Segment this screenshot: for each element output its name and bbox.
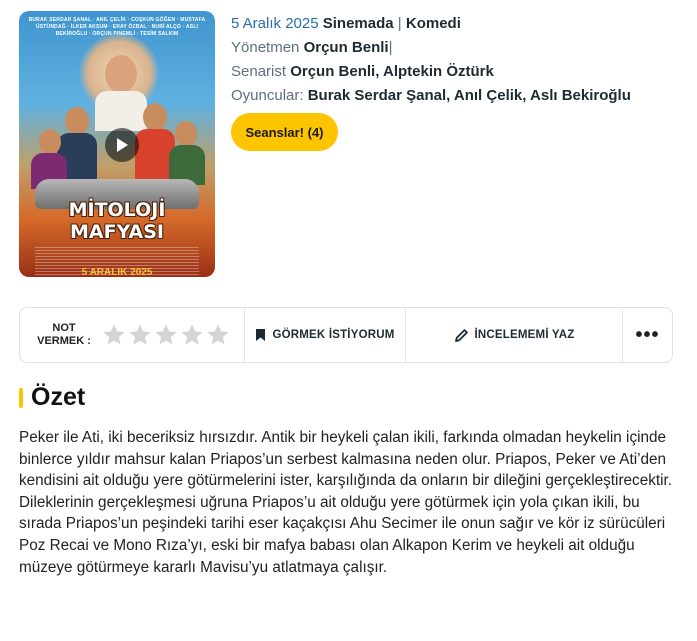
poster-figure — [39, 129, 61, 155]
movie-meta: 5 Aralık 2025 Sinemada | Komedi Yönetmen… — [231, 14, 631, 110]
summary-header: Özet — [19, 383, 85, 412]
play-icon — [117, 138, 128, 152]
watchlist-button[interactable]: GÖRMEK İSTİYORUM — [245, 308, 406, 362]
poster-figure — [143, 103, 167, 131]
watchlist-label: GÖRMEK İSTİYORUM — [272, 329, 395, 341]
pencil-icon — [454, 328, 468, 342]
star-3-icon[interactable] — [154, 323, 178, 347]
play-trailer-button[interactable] — [105, 128, 139, 162]
poster-figure — [95, 91, 147, 131]
bookmark-icon — [256, 329, 266, 341]
rating-section: NOT VERMEK : — [20, 308, 245, 362]
star-2-icon[interactable] — [128, 323, 152, 347]
star-1-icon[interactable] — [102, 323, 126, 347]
separator: | — [388, 39, 393, 56]
director-row: Yönetmen Orçun Benli| — [231, 38, 631, 58]
star-4-icon[interactable] — [180, 323, 204, 347]
poster-figure — [65, 107, 89, 135]
star-rating[interactable] — [102, 323, 230, 347]
writer-row: Senarist Orçun Benli, Alptekin Öztürk — [231, 62, 631, 82]
poster-figure — [105, 55, 137, 93]
star-5-icon[interactable] — [206, 323, 230, 347]
poster-date: 5 ARALIK 2025 — [81, 267, 153, 277]
writer-label: Senarist — [231, 63, 287, 80]
release-status[interactable]: Sinemada — [323, 15, 394, 32]
director-link[interactable]: Orçun Benli — [304, 39, 389, 56]
movie-poster[interactable]: BURAK SERDAR ŞANAL · ANIL ÇELİK · COŞKUN… — [19, 11, 215, 277]
more-options-button[interactable]: ••• — [623, 308, 672, 362]
release-date: 5 Aralık 2025 — [231, 15, 319, 32]
more-dots-icon: ••• — [635, 324, 660, 346]
summary-title: Özet — [31, 383, 86, 411]
poster-cast-line: BURAK SERDAR ŞANAL · ANIL ÇELİK · COŞKUN… — [28, 17, 206, 37]
cast-links[interactable]: Burak Serdar Şanal, Anıl Çelik, Aslı Bek… — [308, 87, 631, 104]
write-review-label: İNCELEMEMİ YAZ — [474, 329, 575, 341]
write-review-button[interactable]: İNCELEMEMİ YAZ — [406, 308, 623, 362]
director-label: Yönetmen — [231, 39, 300, 56]
separator: | — [397, 15, 402, 32]
genre-link[interactable]: Komedi — [406, 15, 461, 32]
showtimes-button[interactable]: Seanslar! (4) — [231, 113, 338, 151]
poster-figure — [175, 121, 197, 147]
cast-row: Oyuncular: Burak Serdar Şanal, Anıl Çeli… — [231, 86, 631, 106]
action-bar: NOT VERMEK : GÖRMEK İSTİYORUM İNCELEMEMİ… — [19, 307, 673, 363]
summary-accent-bar — [19, 387, 23, 408]
poster-title: MİTOLOJİ MAFYASI — [68, 199, 166, 243]
cast-label: Oyuncular: — [231, 87, 304, 104]
rate-label: NOT VERMEK : — [37, 322, 91, 347]
summary-text: Peker ile Ati, iki beceriksiz hırsızdır.… — [19, 429, 673, 576]
writer-links[interactable]: Orçun Benli, Alptekin Öztürk — [290, 63, 494, 80]
release-row: 5 Aralık 2025 Sinemada | Komedi — [231, 14, 631, 34]
